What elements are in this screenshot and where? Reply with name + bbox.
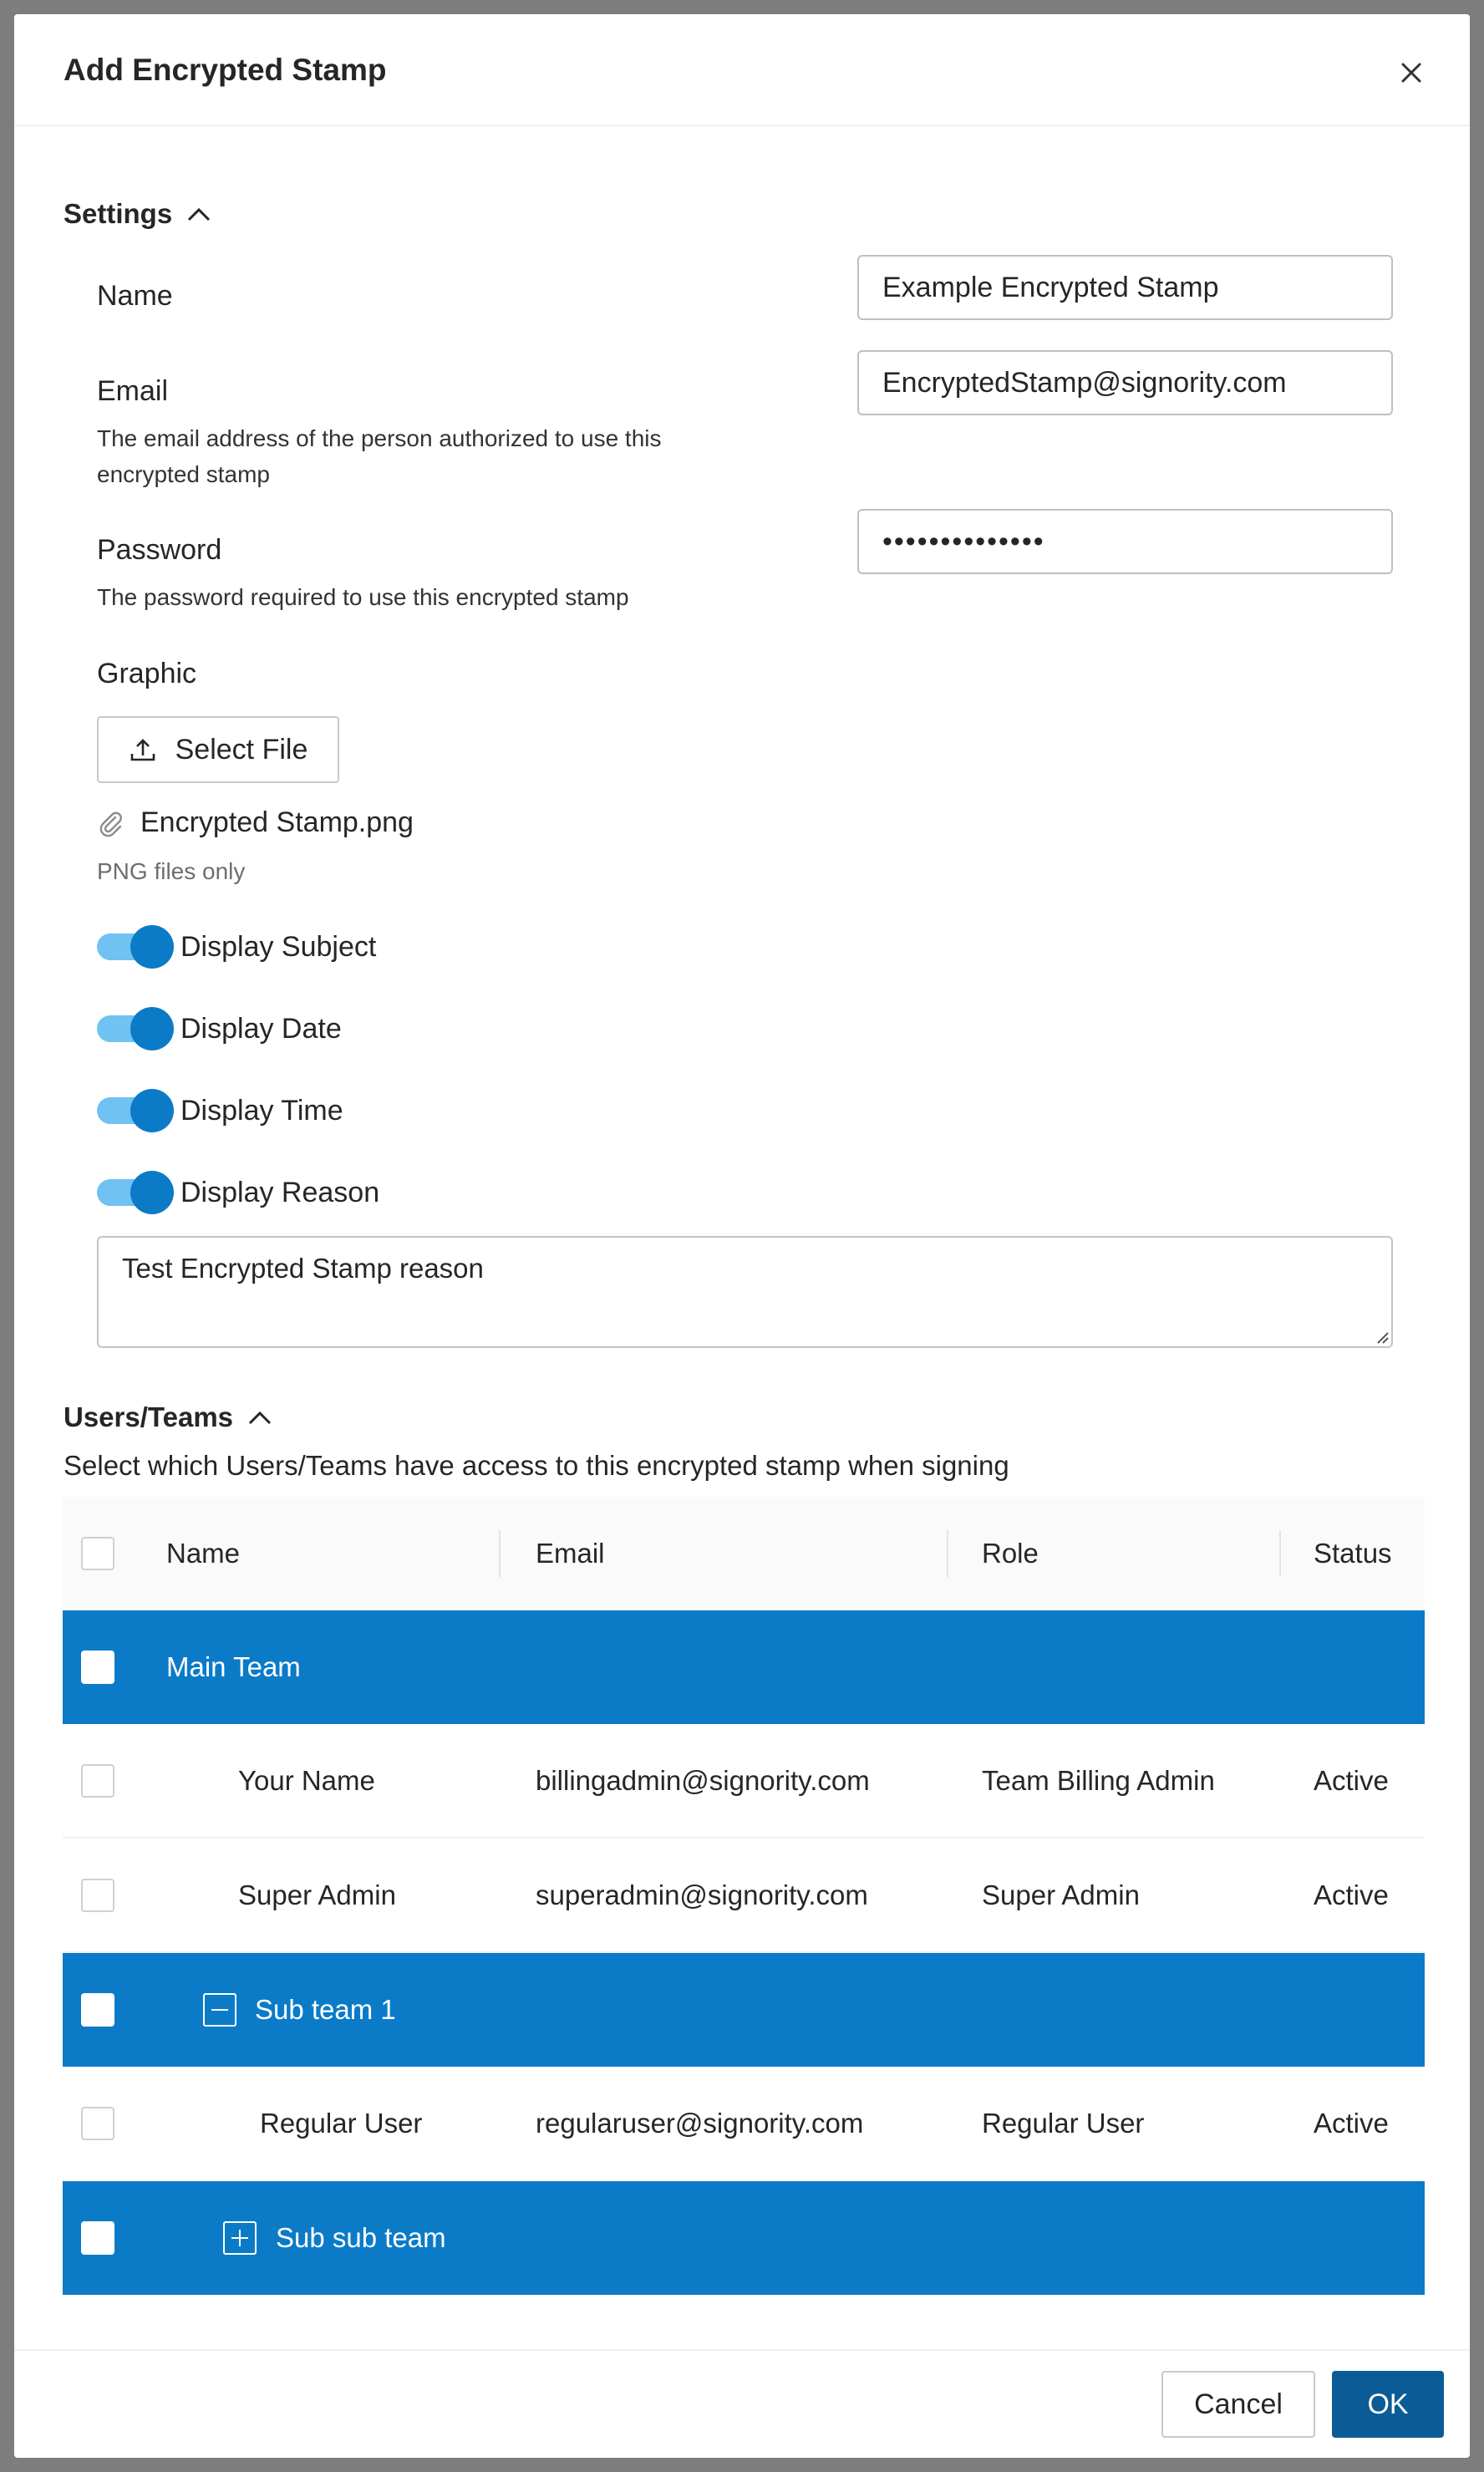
column-header-name[interactable]: Name — [166, 1497, 240, 1610]
display-time-row: Display Time — [97, 1089, 343, 1132]
user-name: Super Admin — [238, 1879, 396, 1910]
email-input[interactable]: EncryptedStamp@signority.com — [857, 350, 1393, 415]
user-name: Regular User — [260, 2108, 423, 2139]
user-role: Super Admin — [982, 1879, 1140, 1910]
add-encrypted-stamp-dialog: Add Encrypted Stamp Settings Name Exampl… — [14, 14, 1470, 2458]
user-role: Team Billing Admin — [982, 1765, 1215, 1796]
display-date-row: Display Date — [97, 1007, 342, 1050]
password-input[interactable]: •••••••••••••• — [857, 509, 1393, 574]
row-checkbox[interactable] — [81, 1764, 114, 1798]
team-row-sub-sub-team[interactable]: Sub sub team — [63, 2181, 1425, 2295]
user-status: Active — [1314, 2108, 1389, 2139]
user-role: Regular User — [982, 2108, 1145, 2139]
row-checkbox[interactable] — [81, 2107, 114, 2140]
chevron-up-icon — [248, 1411, 272, 1425]
display-date-label: Display Date — [180, 1012, 342, 1045]
table-header: Name Email Role Status — [63, 1497, 1425, 1610]
file-name: Encrypted Stamp.png — [140, 806, 414, 838]
upload-icon — [130, 739, 155, 761]
graphic-label: Graphic — [97, 658, 197, 689]
row-checkbox[interactable] — [81, 2221, 114, 2255]
chevron-up-icon — [188, 207, 211, 221]
password-label: Password — [97, 534, 222, 566]
users-teams-table: Name Email Role Status Main Team Your Na… — [63, 1497, 1425, 2295]
email-label: Email — [97, 375, 169, 407]
paperclip-icon — [99, 811, 122, 837]
user-email: superadmin@signority.com — [536, 1879, 868, 1910]
column-header-status[interactable]: Status — [1314, 1497, 1392, 1610]
users-teams-section-label: Users/Teams — [64, 1401, 234, 1432]
display-subject-toggle[interactable] — [97, 925, 174, 969]
column-header-role[interactable]: Role — [982, 1497, 1039, 1610]
user-status: Active — [1314, 1765, 1389, 1796]
user-email: regularuser@signority.com — [536, 2108, 864, 2139]
row-checkbox[interactable] — [81, 1879, 114, 1912]
ok-button[interactable]: OK — [1332, 2371, 1444, 2438]
row-checkbox[interactable] — [81, 1651, 114, 1684]
table-row[interactable]: Your Name billingadmin@signority.com Tea… — [63, 1724, 1425, 1839]
user-name: Your Name — [238, 1765, 375, 1796]
close-icon[interactable] — [1395, 56, 1428, 89]
table-row[interactable]: Super Admin superadmin@signority.com Sup… — [63, 1839, 1425, 1953]
table-row[interactable]: Regular User regularuser@signority.com R… — [63, 2067, 1425, 2181]
users-teams-section-toggle[interactable]: Users/Teams — [64, 1401, 273, 1433]
team-name: Sub team 1 — [255, 1994, 396, 2025]
row-checkbox[interactable] — [81, 1993, 114, 2027]
display-reason-row: Display Reason — [97, 1171, 379, 1214]
settings-section-toggle[interactable]: Settings — [64, 198, 212, 230]
team-row-sub-team-1[interactable]: Sub team 1 — [63, 1953, 1425, 2067]
dialog-header: Add Encrypted Stamp — [14, 14, 1470, 126]
display-reason-toggle[interactable] — [97, 1171, 174, 1214]
select-all-checkbox[interactable] — [81, 1537, 114, 1570]
expand-icon[interactable] — [223, 2221, 257, 2255]
resize-handle-icon[interactable] — [1371, 1326, 1390, 1345]
select-file-label: Select File — [175, 733, 308, 766]
reason-textarea[interactable]: Test Encrypted Stamp reason — [97, 1236, 1393, 1348]
users-teams-description: Select which Users/Teams have access to … — [64, 1450, 1009, 1481]
column-header-email[interactable]: Email — [536, 1497, 605, 1610]
email-description: The email address of the person authoriz… — [97, 425, 662, 487]
display-date-toggle[interactable] — [97, 1007, 174, 1050]
cancel-button[interactable]: Cancel — [1161, 2371, 1315, 2438]
display-subject-row: Display Subject — [97, 925, 376, 969]
display-reason-label: Display Reason — [180, 1176, 380, 1208]
dialog-title: Add Encrypted Stamp — [64, 53, 387, 87]
name-label: Name — [97, 280, 173, 312]
team-name: Main Team — [166, 1651, 301, 1682]
footer-divider — [14, 2349, 1470, 2351]
team-row-main-team[interactable]: Main Team — [63, 1610, 1425, 1724]
display-time-toggle[interactable] — [97, 1089, 174, 1132]
attached-file: Encrypted Stamp.png — [99, 806, 414, 839]
collapse-icon[interactable] — [203, 1993, 236, 2027]
password-description: The password required to use this encryp… — [97, 584, 629, 610]
display-subject-label: Display Subject — [180, 930, 377, 963]
user-status: Active — [1314, 1879, 1389, 1910]
user-email: billingadmin@signority.com — [536, 1765, 870, 1796]
name-input[interactable]: Example Encrypted Stamp — [857, 255, 1393, 320]
png-files-note: PNG files only — [97, 858, 246, 884]
select-file-button[interactable]: Select File — [97, 716, 339, 783]
settings-section-label: Settings — [64, 198, 173, 229]
team-name: Sub sub team — [276, 2222, 446, 2253]
reason-text: Test Encrypted Stamp reason — [122, 1253, 484, 1284]
display-time-label: Display Time — [180, 1094, 343, 1127]
